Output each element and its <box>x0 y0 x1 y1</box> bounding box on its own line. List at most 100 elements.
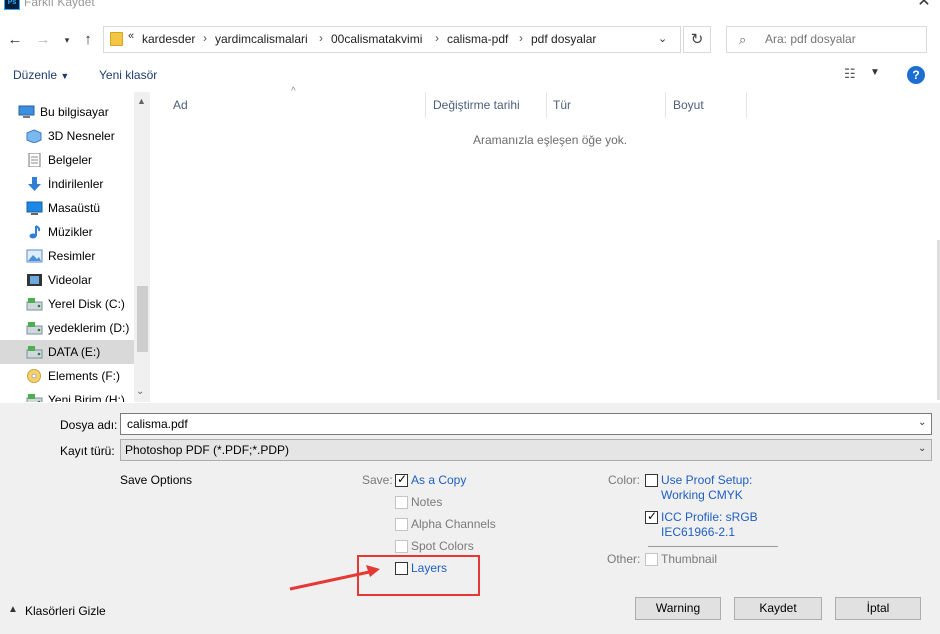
organize-label: Düzenle <box>13 68 58 82</box>
sidebar-item-this-pc[interactable]: Bu bilgisayar <box>0 100 134 124</box>
sidebar-item-music[interactable]: Müzikler <box>0 220 134 244</box>
search-input[interactable] <box>765 32 915 46</box>
file-list: ^ Ad Değiştirme tarihi Tür Boyut Aramanı… <box>151 86 940 402</box>
breadcrumb-overflow[interactable]: « <box>128 30 134 42</box>
breadcrumb-separator-icon[interactable]: › <box>435 31 439 45</box>
close-icon[interactable]: ✕ <box>914 0 934 10</box>
as-a-copy-label[interactable]: As a Copy <box>411 473 466 487</box>
sidebar-item-label: Bu bilgisayar <box>40 105 109 119</box>
breadcrumb-item[interactable]: yardimcalismalari <box>215 32 308 46</box>
column-divider[interactable] <box>746 92 747 118</box>
chevron-down-icon[interactable]: ▼ <box>870 67 880 78</box>
filetype-select[interactable]: Photoshop PDF (*.PDF;*.PDP) ⌄ <box>120 439 932 461</box>
recent-locations-chevron-icon[interactable]: ▾ <box>58 30 76 50</box>
sidebar-item-drive-d[interactable]: yedeklerim (D:) <box>0 316 134 340</box>
search-box[interactable]: ⌕ <box>726 26 927 53</box>
column-header-size[interactable]: Boyut <box>673 98 704 112</box>
sidebar-item-label: Müzikler <box>48 225 93 239</box>
new-folder-button[interactable]: Yeni klasör <box>99 68 157 82</box>
forward-arrow-icon[interactable]: → <box>34 30 52 50</box>
sidebar-item-label: Yerel Disk (C:) <box>48 297 125 311</box>
checkmark-icon: ✓ <box>647 509 658 523</box>
breadcrumb-item[interactable]: 00calismatakvimi <box>331 32 422 46</box>
breadcrumb-separator-icon[interactable]: › <box>519 31 523 45</box>
sidebar-item-label: 3D Nesneler <box>48 129 115 143</box>
chevron-down-icon[interactable]: ⌄ <box>136 386 144 397</box>
filename-input[interactable] <box>127 417 907 431</box>
filename-label: Dosya adı: <box>60 418 118 432</box>
sidebar-item-label: Videolar <box>48 273 92 287</box>
sidebar-item-label: Yeni Birim (H:) <box>48 393 125 402</box>
column-divider[interactable] <box>665 92 666 118</box>
sidebar-item-label: yedeklerim (D:) <box>48 321 130 335</box>
icc-profile-name-label[interactable]: IEC61966-2.1 <box>661 525 735 539</box>
thumbnail-label: Thumbnail <box>661 552 718 566</box>
options-divider <box>648 546 778 547</box>
chevron-up-icon[interactable]: ▲ <box>8 604 18 615</box>
chevron-down-icon[interactable]: ⌄ <box>918 417 926 428</box>
back-arrow-icon[interactable]: ← <box>6 30 24 50</box>
thumbnail-checkbox[interactable] <box>645 553 658 566</box>
breadcrumb-item-current[interactable]: pdf dosyalar <box>531 32 596 46</box>
column-divider[interactable] <box>425 92 426 118</box>
filename-field[interactable]: ⌄ <box>120 413 932 435</box>
sidebar-item-drive-c[interactable]: Yerel Disk (C:) <box>0 292 134 316</box>
warning-button[interactable]: Warning <box>635 597 721 620</box>
column-header-type[interactable]: Tür <box>553 98 571 112</box>
icc-profile-checkbox[interactable]: ✓ <box>645 509 658 524</box>
drive-icon <box>26 345 43 359</box>
breadcrumb-item[interactable]: calisma-pdf <box>447 32 508 46</box>
sidebar-item-drive-h[interactable]: Yeni Birim (H:) <box>0 388 134 402</box>
breadcrumb-item[interactable]: kardesder <box>142 32 195 46</box>
organize-button[interactable]: Düzenle ▼ <box>13 68 69 82</box>
filetype-selected-value: Photoshop PDF (*.PDF;*.PDP) <box>125 443 290 457</box>
documents-icon <box>26 152 43 168</box>
sidebar-item-drive-e[interactable]: DATA (E:) <box>0 340 134 364</box>
filetype-label: Kayıt türü: <box>60 444 115 458</box>
navigation-pane: Bu bilgisayar 3D Nesneler Belgeler İndir… <box>0 92 150 402</box>
chevron-down-icon[interactable]: ⌄ <box>918 443 926 454</box>
chevron-up-icon[interactable]: ▲ <box>137 96 146 106</box>
computer-icon <box>18 105 35 119</box>
empty-results-message: Aramanızla eşleşen öğe yok. <box>473 133 628 147</box>
save-button[interactable]: Kaydet <box>734 597 822 620</box>
help-icon[interactable]: ? <box>907 66 925 84</box>
chevron-down-icon: ▼ <box>60 71 70 81</box>
search-icon: ⌕ <box>739 32 747 47</box>
cancel-button[interactable]: İptal <box>835 597 921 620</box>
drive-icon <box>26 297 43 311</box>
spot-colors-checkbox[interactable] <box>395 540 408 553</box>
breadcrumb-separator-icon[interactable]: › <box>203 31 207 45</box>
breadcrumb-separator-icon[interactable]: › <box>319 31 323 45</box>
sidebar-item-pictures[interactable]: Resimler <box>0 244 134 268</box>
up-arrow-icon[interactable]: ↑ <box>79 30 97 50</box>
as-a-copy-checkbox[interactable]: ✓ <box>395 472 408 487</box>
sidebar-item-label: DATA (E:) <box>48 345 101 359</box>
chevron-down-icon[interactable]: ⌄ <box>658 32 667 45</box>
use-proof-setup-checkbox[interactable] <box>645 474 658 487</box>
scrollbar-thumb[interactable] <box>137 286 148 352</box>
column-header-date[interactable]: Değiştirme tarihi <box>433 98 520 112</box>
icc-profile-label[interactable]: ICC Profile: sRGB <box>661 510 758 524</box>
column-divider[interactable] <box>546 92 547 118</box>
sidebar-item-documents[interactable]: Belgeler <box>0 148 134 172</box>
address-bar[interactable]: « kardesder › yardimcalismalari › 00cali… <box>103 26 681 53</box>
sidebar-item-videos[interactable]: Videolar <box>0 268 134 292</box>
sidebar-item-downloads[interactable]: İndirilenler <box>0 172 134 196</box>
alpha-channels-checkbox[interactable] <box>395 518 408 531</box>
navigation-scrollbar[interactable] <box>134 92 150 402</box>
hide-folders-button[interactable]: Klasörleri Gizle <box>25 604 106 618</box>
sidebar-item-drive-f[interactable]: Elements (F:) <box>0 364 134 388</box>
view-details-icon[interactable]: ☷ <box>844 66 856 82</box>
working-cmyk-label[interactable]: Working CMYK <box>661 488 743 502</box>
column-header-name[interactable]: Ad <box>173 98 188 112</box>
save-label: Save: <box>362 473 393 487</box>
dvd-icon <box>26 369 43 383</box>
use-proof-setup-label[interactable]: Use Proof Setup: <box>661 473 752 487</box>
sidebar-item-desktop[interactable]: Masaüstü <box>0 196 134 220</box>
refresh-icon[interactable]: ↻ <box>683 26 711 53</box>
sidebar-item-3d-objects[interactable]: 3D Nesneler <box>0 124 134 148</box>
save-options-title: Save Options <box>120 473 193 487</box>
video-icon <box>26 273 43 287</box>
notes-checkbox[interactable] <box>395 496 408 509</box>
